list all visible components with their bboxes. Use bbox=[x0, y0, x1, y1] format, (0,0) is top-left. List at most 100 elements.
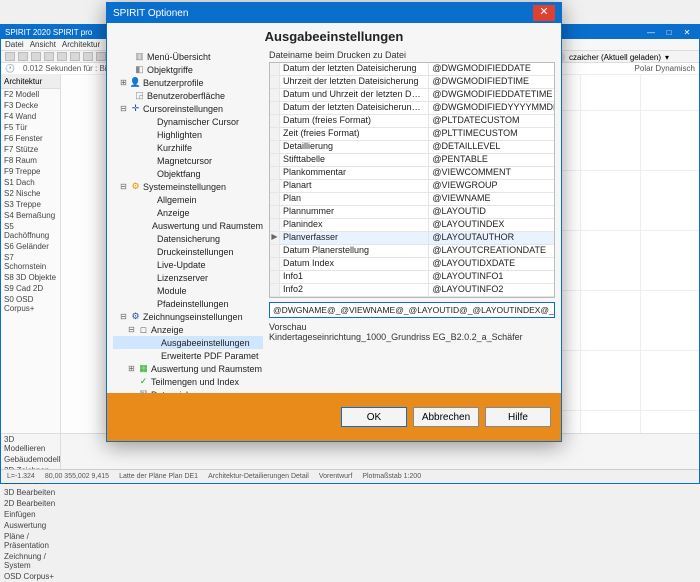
sidebar-item[interactable]: S1 Dach bbox=[1, 177, 60, 188]
sidebar-item[interactable]: F4 Wand bbox=[1, 111, 60, 122]
grid-row[interactable]: Detaillierung@DETAILLEVEL bbox=[270, 141, 554, 154]
grid-row[interactable]: Zeit (freies Format)@PLTTIMECUSTOM bbox=[270, 128, 554, 141]
maximize-icon[interactable]: □ bbox=[661, 28, 677, 37]
grid-row[interactable]: Datum der letzten Dateisicherung@DWGMODI… bbox=[270, 63, 554, 76]
toolbar-icon[interactable] bbox=[96, 52, 106, 61]
tree-item[interactable]: ⊞👤Benutzerprofile bbox=[113, 76, 263, 89]
sidebar-item[interactable]: F5 Tür bbox=[1, 122, 60, 133]
settings-tree[interactable]: ▥Menü-Übersicht◧Objektgriffe⊞👤Benutzerpr… bbox=[111, 48, 263, 393]
tree-twist-icon[interactable]: ⊟ bbox=[119, 104, 128, 113]
tree-item[interactable]: Highlighten bbox=[113, 128, 263, 141]
grid-row[interactable]: Plan@VIEWNAME bbox=[270, 193, 554, 206]
sidebar-item[interactable]: F3 Decke bbox=[1, 100, 60, 111]
tree-twist-icon[interactable]: ⊞ bbox=[119, 78, 128, 87]
bottom-tab[interactable]: OSD Corpus+ bbox=[1, 571, 60, 582]
bottom-tab[interactable]: Auswertung bbox=[1, 520, 60, 531]
tree-item[interactable]: ◧Objektgriffe bbox=[113, 63, 263, 76]
filename-pattern-input[interactable]: @DWGNAME@_@VIEWNAME@_@LAYOUTID@_@LAYOUTI… bbox=[269, 302, 555, 318]
tree-item[interactable]: ⊟□Anzeige bbox=[113, 323, 263, 336]
help-button[interactable]: Hilfe bbox=[485, 407, 551, 427]
grid-row[interactable]: Uhrzeit der letzten Dateisicherung@DWGMO… bbox=[270, 76, 554, 89]
tree-item[interactable]: Pfadeinstellungen bbox=[113, 297, 263, 310]
close-button[interactable]: ✕ bbox=[533, 5, 555, 21]
menu-item[interactable]: Datei bbox=[5, 40, 24, 49]
tree-twist-icon[interactable]: ⊟ bbox=[119, 312, 128, 321]
grid-row[interactable]: Planindex@LAYOUTINDEX bbox=[270, 219, 554, 232]
minimize-icon[interactable]: — bbox=[643, 28, 659, 37]
sidebar-item[interactable]: S4 Bemaßung bbox=[1, 210, 60, 221]
grid-row[interactable]: Datum Planerstellung@LAYOUTCREATIONDATE bbox=[270, 245, 554, 258]
sidebar-item[interactable]: S9 Cad 2D bbox=[1, 283, 60, 294]
sidebar-item[interactable]: S6 Geländer bbox=[1, 241, 60, 252]
tree-item[interactable]: Lizenzserver bbox=[113, 271, 263, 284]
grid-row[interactable]: Datum und Uhrzeit der letzten Dateisiche… bbox=[270, 89, 554, 102]
tree-item[interactable]: Objektfang bbox=[113, 167, 263, 180]
toolbar-icon[interactable] bbox=[18, 52, 28, 61]
tree-item[interactable]: Magnetcursor bbox=[113, 154, 263, 167]
bottom-tab[interactable]: Pläne / Präsentation bbox=[1, 531, 60, 551]
sidebar-item[interactable]: F2 Modell bbox=[1, 89, 60, 100]
grid-row[interactable]: Datum (freies Format)@PLTDATECUSTOM bbox=[270, 115, 554, 128]
bottom-tab[interactable]: Einfügen bbox=[1, 509, 60, 520]
tree-item[interactable]: ⊟⚙Systemeinstellungen bbox=[113, 180, 263, 193]
sidebar-item[interactable]: F8 Raum bbox=[1, 155, 60, 166]
toolbar-icon[interactable] bbox=[70, 52, 80, 61]
sidebar-item[interactable]: S0 OSD Corpus+ bbox=[1, 294, 60, 314]
toolbar-icon[interactable] bbox=[83, 52, 93, 61]
tree-item[interactable]: ✓Teilmengen und Index bbox=[113, 375, 263, 388]
sidebar-item[interactable]: S2 Nische bbox=[1, 188, 60, 199]
tree-item[interactable]: ⊟✛Cursoreinstellungen bbox=[113, 102, 263, 115]
tree-item[interactable]: Module bbox=[113, 284, 263, 297]
bottom-tab[interactable]: Zeichnung / System bbox=[1, 551, 60, 571]
dialog-titlebar[interactable]: SPIRIT Optionen ✕ bbox=[107, 3, 561, 23]
toolbar-icon[interactable] bbox=[5, 52, 15, 61]
tree-twist-icon[interactable]: ⊟ bbox=[127, 325, 136, 334]
toolbar-icon[interactable] bbox=[57, 52, 67, 61]
tree-item[interactable]: Live-Update bbox=[113, 258, 263, 271]
tree-item[interactable]: ◲Benutzeroberfläche bbox=[113, 89, 263, 102]
bottom-tab[interactable]: 3D Modellieren bbox=[1, 434, 60, 454]
user-combo[interactable]: czaicher (Aktuell geladen) ▾ bbox=[553, 51, 669, 63]
toolbar-icon[interactable] bbox=[44, 52, 54, 61]
grid-row[interactable]: Datum der letzten Dateisicherung in ISO-… bbox=[270, 102, 554, 115]
sidebar-item[interactable]: F6 Fenster bbox=[1, 133, 60, 144]
bottom-tab[interactable]: Gebäudemodell bbox=[1, 454, 60, 465]
toolbar-icon[interactable] bbox=[31, 52, 41, 61]
menu-item[interactable]: Ansicht bbox=[30, 40, 56, 49]
tree-item[interactable]: ⊞▦Auswertung und Raumstem bbox=[113, 362, 263, 375]
tree-item[interactable]: Anzeige bbox=[113, 206, 263, 219]
tree-item[interactable]: Ausgabeeinstellungen bbox=[113, 336, 263, 349]
tree-item[interactable]: Kurzhilfe bbox=[113, 141, 263, 154]
grid-row[interactable]: Info1@LAYOUTINFO1 bbox=[270, 271, 554, 284]
sidebar-item[interactable]: S8 3D Objekte bbox=[1, 272, 60, 283]
tree-twist-icon[interactable]: ⊟ bbox=[119, 182, 128, 191]
sidebar-item[interactable]: S5 Dachöffnung bbox=[1, 221, 60, 241]
tree-item[interactable]: Allgemein bbox=[113, 193, 263, 206]
sidebar-item[interactable]: F9 Treppe bbox=[1, 166, 60, 177]
tree-item[interactable]: Auswertung und Raumstem bbox=[113, 219, 263, 232]
sidebar-item[interactable]: F7 Stütze bbox=[1, 144, 60, 155]
grid-row[interactable]: Info2@LAYOUTINFO2 bbox=[270, 284, 554, 297]
tree-twist-icon[interactable]: ⊞ bbox=[127, 364, 136, 373]
bottom-tab[interactable]: 3D Bearbeiten bbox=[1, 487, 60, 498]
grid-row[interactable]: Datum Index@LAYOUTIDXDATE bbox=[270, 258, 554, 271]
sidebar-item[interactable]: S3 Treppe bbox=[1, 199, 60, 210]
grid-value: @VIEWCOMMENT bbox=[429, 167, 554, 179]
grid-row[interactable]: Plankommentar@VIEWCOMMENT bbox=[270, 167, 554, 180]
cancel-button[interactable]: Abbrechen bbox=[413, 407, 479, 427]
placeholders-grid[interactable]: Datum der letzten Dateisicherung@DWGMODI… bbox=[269, 62, 555, 298]
close-icon[interactable]: ✕ bbox=[679, 28, 695, 37]
sidebar-item[interactable]: S7 Schornstein bbox=[1, 252, 60, 272]
grid-row[interactable]: Planart@VIEWGROUP bbox=[270, 180, 554, 193]
tree-item[interactable]: ⊟⚙Zeichnungseinstellungen bbox=[113, 310, 263, 323]
menu-item[interactable]: Architektur bbox=[62, 40, 100, 49]
grid-row[interactable]: Plannummer@LAYOUTID bbox=[270, 206, 554, 219]
grid-row[interactable]: Stifttabelle@PENTABLE bbox=[270, 154, 554, 167]
tree-item[interactable]: Datensicherung bbox=[113, 232, 263, 245]
tree-item[interactable]: Druckeinstellungen bbox=[113, 245, 263, 258]
tree-item[interactable]: Dynamischer Cursor bbox=[113, 115, 263, 128]
tree-item[interactable]: Erweiterte PDF Paramet bbox=[113, 349, 263, 362]
ok-button[interactable]: OK bbox=[341, 407, 407, 427]
tree-item[interactable]: ▥Menü-Übersicht bbox=[113, 50, 263, 63]
grid-row[interactable]: ▶Planverfasser@LAYOUTAUTHOR bbox=[270, 232, 554, 245]
